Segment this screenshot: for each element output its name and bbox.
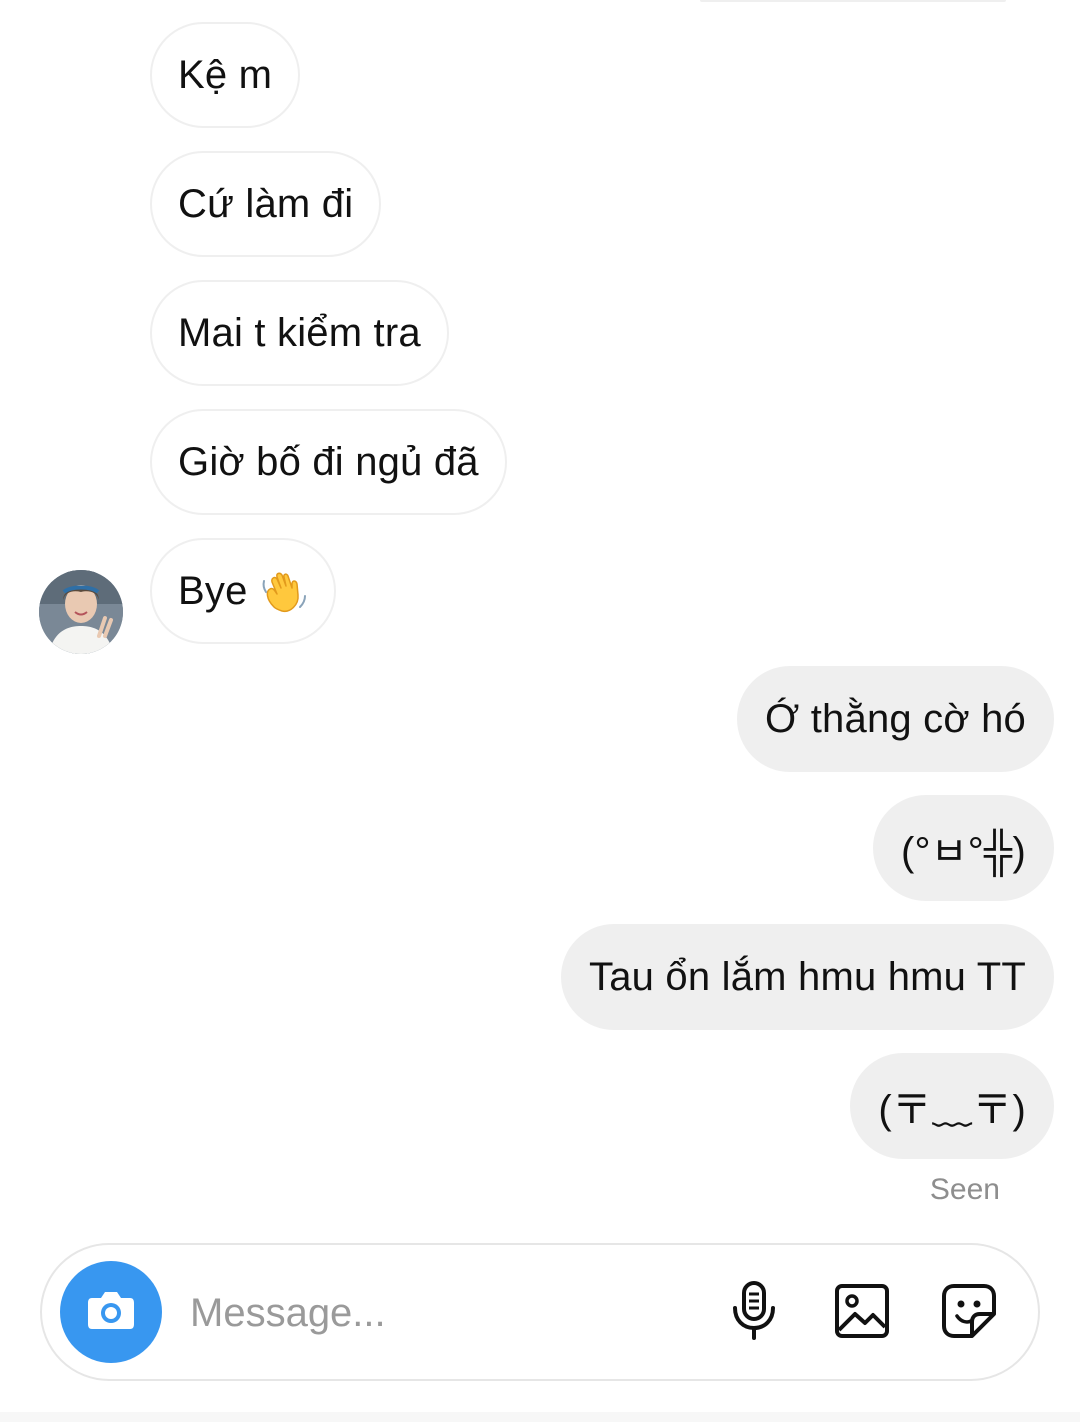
message-text: Ớ thằng cờ hó	[764, 696, 1026, 741]
outgoing-message[interactable]: Ớ thằng cờ hó	[736, 666, 1054, 772]
incoming-message[interactable]: Bye	[150, 538, 336, 644]
incoming-message[interactable]: Kệ m	[150, 22, 301, 128]
outgoing-message[interactable]: (°ㅂ°╬)	[873, 795, 1054, 901]
message-composer	[40, 1243, 1040, 1381]
message-text: Tau ổn lắm hmu hmu TT	[589, 954, 1026, 999]
gallery-icon	[833, 1282, 891, 1345]
message-text: Bye	[178, 568, 248, 613]
seen-indicator: Seen	[929, 1173, 1000, 1206]
outgoing-message[interactable]: Tau ổn lắm hmu hmu TT	[561, 924, 1054, 1030]
sticker-icon	[940, 1282, 998, 1345]
incoming-message[interactable]: Mai t kiểm tra	[150, 280, 449, 386]
message-input[interactable]	[190, 1275, 710, 1351]
incoming-message[interactable]: Cứ làm đi	[150, 151, 382, 257]
bottom-safe-area	[0, 1412, 1080, 1422]
message-text: Cứ làm đi	[178, 181, 354, 226]
message-text: Mai t kiểm tra	[178, 310, 421, 355]
message-text: (〒﹏〒)	[878, 1088, 1026, 1132]
sender-avatar[interactable]	[39, 570, 123, 654]
camera-button[interactable]	[60, 1261, 162, 1363]
microphone-icon	[729, 1280, 779, 1347]
waving-hand-icon	[260, 567, 308, 615]
voice-message-button[interactable]	[722, 1280, 786, 1347]
incoming-message[interactable]: Giờ bố đi ngủ đã	[150, 409, 507, 515]
message-text: Kệ m	[178, 52, 273, 97]
sticker-button[interactable]	[937, 1281, 1001, 1345]
outgoing-message[interactable]: (〒﹏〒)	[850, 1053, 1054, 1159]
message-text: Giờ bố đi ngủ đã	[178, 439, 479, 484]
gallery-button[interactable]	[830, 1281, 894, 1345]
camera-icon	[86, 1289, 136, 1336]
message-text: (°ㅂ°╬)	[901, 830, 1026, 874]
message-thread: Kệ m Cứ làm đi Mai t kiểm tra Giờ bố đi …	[0, 0, 1080, 1230]
